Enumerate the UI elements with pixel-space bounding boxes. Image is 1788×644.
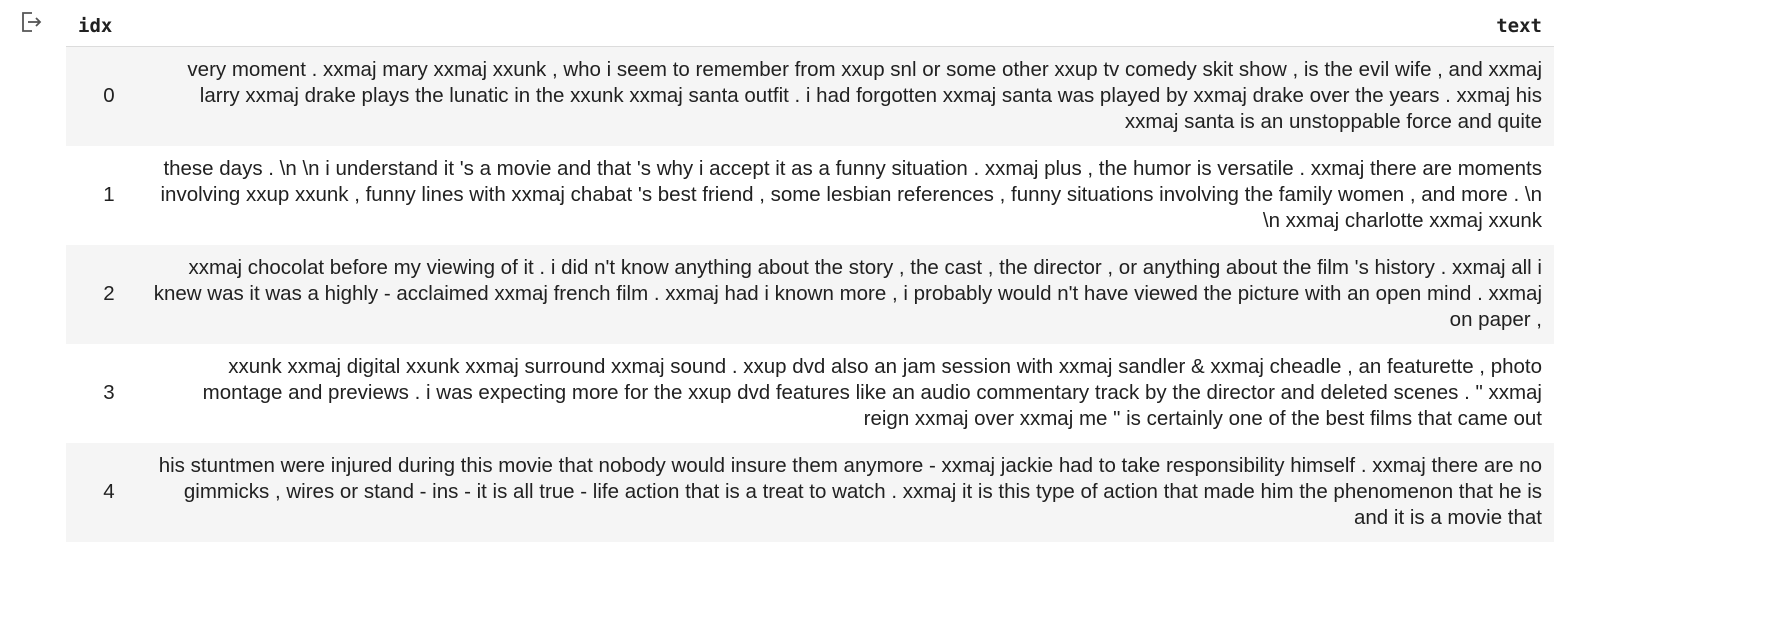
row-text: these days . \n \n i understand it 's a … [160,157,1542,232]
output-redirect-icon[interactable] [20,10,46,36]
table-row: 3 xxunk xxmaj digital xxunk xxmaj surrou… [66,343,1554,443]
table-row: 1 these days . \n \n i understand it 's … [66,145,1554,245]
row-text: xxmaj chocolat before my viewing of it .… [153,256,1542,331]
row-text: xxunk xxmaj digital xxunk xxmaj surround… [202,355,1542,430]
column-header-text: text [152,6,1554,47]
row-text: his stuntmen were injured during this mo… [158,454,1542,529]
row-index: 2 [103,282,115,305]
row-text: very moment . xxmaj mary xxmaj xxunk , w… [187,58,1542,134]
row-index: 4 [103,480,115,503]
row-index: 1 [103,183,115,206]
table-row: 0 very moment . xxmaj mary xxmaj xxunk ,… [66,46,1554,146]
dataframe-table: idx text 0 very moment . xxmaj mary xxma… [66,6,1554,542]
dataframe-output: idx text 0 very moment . xxmaj mary xxma… [66,6,1554,542]
table-row: 4 his stuntmen were injured during this … [66,442,1554,542]
row-index: 0 [103,84,115,108]
row-index: 3 [103,381,115,404]
column-header-idx: idx [66,6,152,47]
table-header-row: idx text [66,6,1554,47]
table-row: 2 xxmaj chocolat before my viewing of it… [66,244,1554,344]
